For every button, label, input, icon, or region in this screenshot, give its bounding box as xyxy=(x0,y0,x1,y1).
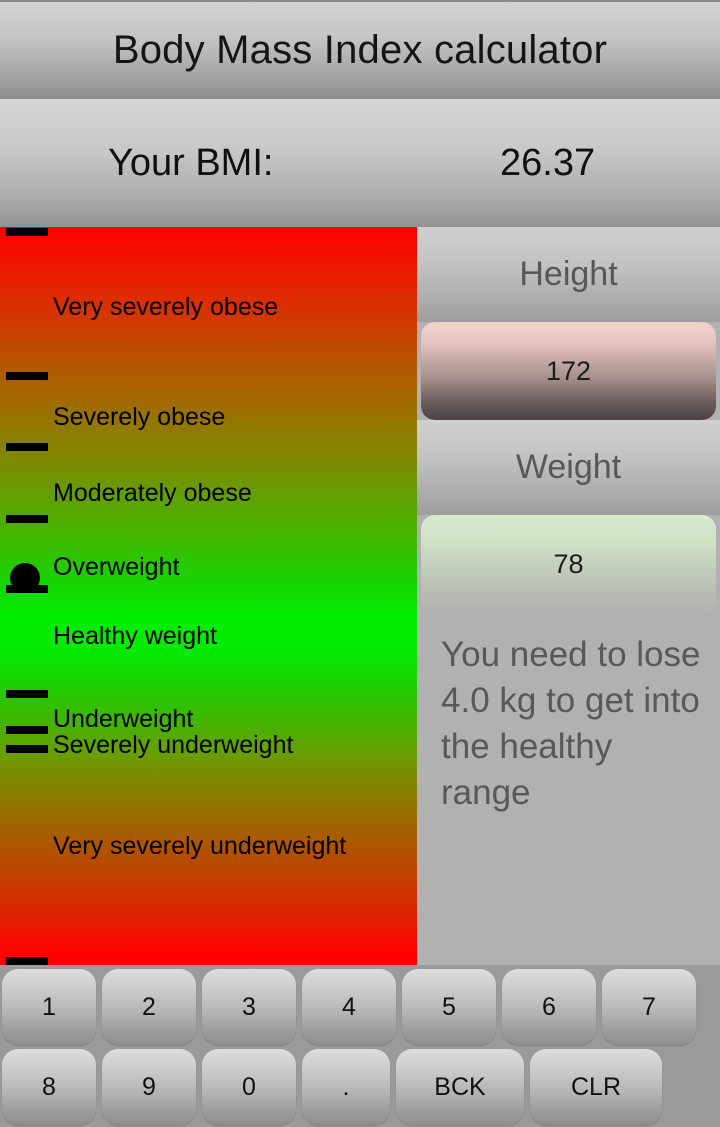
key-5[interactable]: 5 xyxy=(402,969,496,1045)
numeric-keypad: 1 2 3 4 5 6 7 8 9 0. BCK CLR xyxy=(0,965,720,1127)
key-4[interactable]: 4 xyxy=(302,969,396,1045)
scale-tick xyxy=(6,515,48,523)
key-clr[interactable]: CLR xyxy=(530,1049,662,1125)
bmi-marker-dot xyxy=(10,563,40,593)
scale-category-label: Very severely obese xyxy=(53,293,279,321)
key-dot[interactable]: . xyxy=(302,1049,390,1125)
advice-text: You need to lose 4.0 kg to get into the … xyxy=(441,635,701,812)
weight-label: Weight xyxy=(417,420,720,515)
key-8[interactable]: 8 xyxy=(2,1049,96,1125)
height-input[interactable]: 172 xyxy=(421,322,716,420)
title-bar: Body Mass Index calculator xyxy=(0,0,720,99)
scale-category-label: Underweight xyxy=(53,705,194,733)
key-1[interactable]: 1 xyxy=(2,969,96,1045)
input-panel: Height 172 Weight 78 You need to lose 4.… xyxy=(417,227,720,965)
bmi-calculator-app: Body Mass Index calculator Your BMI: 26.… xyxy=(0,0,720,1127)
scale-tick xyxy=(6,372,48,380)
scale-category-label: Healthy weight xyxy=(53,622,217,650)
scale-category-label: Very severely underweight xyxy=(53,832,347,860)
scale-category-label: Overweight xyxy=(53,553,180,581)
bmi-category-scale[interactable]: Very severely obese Severely obese Moderat… xyxy=(0,227,417,965)
scale-category-label: Moderately obese xyxy=(53,479,252,507)
key-7[interactable]: 7 xyxy=(602,969,696,1045)
scale-category-label: Severely underweight xyxy=(53,731,294,759)
app-title: Body Mass Index calculator xyxy=(112,28,608,72)
key-2[interactable]: 2 xyxy=(102,969,196,1045)
height-label: Height xyxy=(417,227,720,322)
key-3[interactable]: 3 xyxy=(202,969,296,1045)
scale-tick xyxy=(6,957,48,965)
bmi-value: 26.37 xyxy=(500,141,596,184)
bmi-result-row: Your BMI: 26.37 xyxy=(0,99,720,227)
scale-category-label: Severely obese xyxy=(53,403,226,431)
key-9[interactable]: 9 xyxy=(102,1049,196,1125)
scale-tick xyxy=(6,228,48,236)
key-bck[interactable]: BCK xyxy=(396,1049,524,1125)
weight-input[interactable]: 78 xyxy=(421,515,716,613)
bmi-label: Your BMI: xyxy=(108,141,274,184)
scale-tick xyxy=(6,726,48,734)
scale-tick xyxy=(6,745,48,753)
scale-tick xyxy=(6,443,48,451)
scale-tick xyxy=(6,690,48,698)
key-0[interactable]: 0 xyxy=(202,1049,296,1125)
key-6[interactable]: 6 xyxy=(502,969,596,1045)
